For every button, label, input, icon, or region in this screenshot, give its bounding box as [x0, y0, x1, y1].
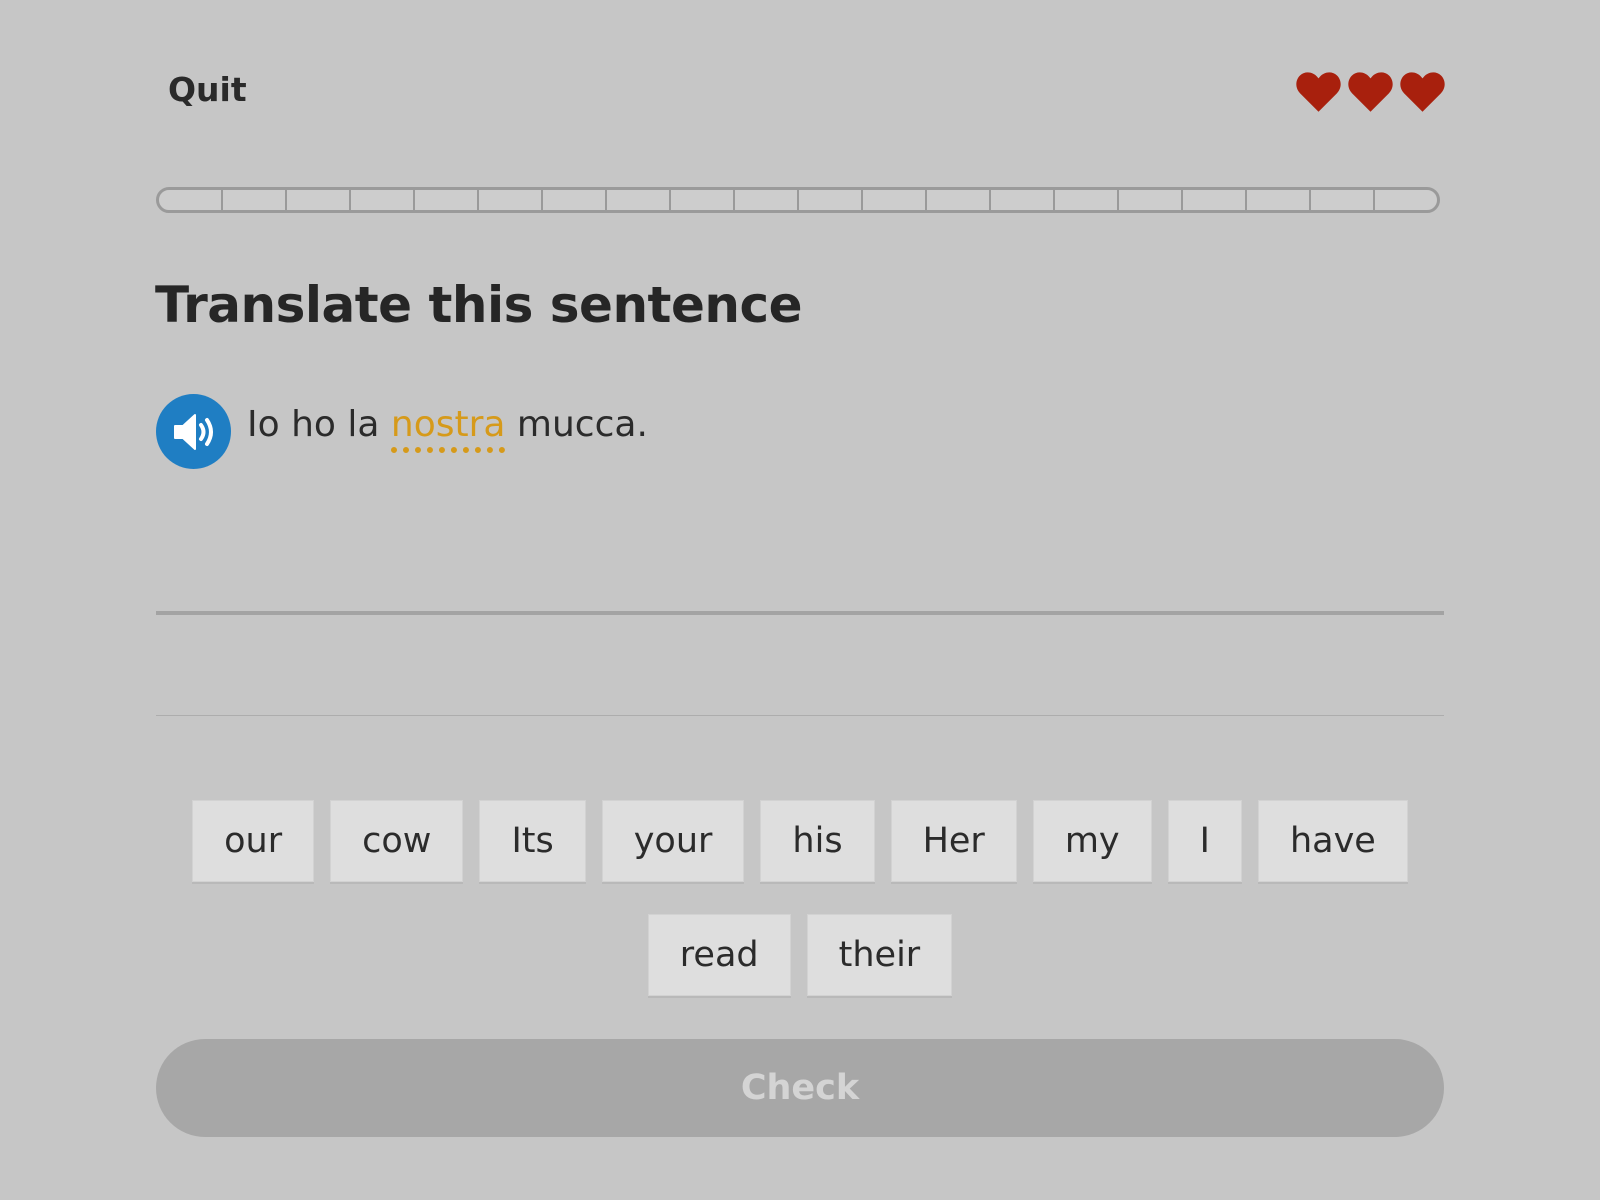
word-tile[interactable]: their	[806, 914, 953, 996]
lesson-progress-bar	[156, 187, 1440, 213]
word-tile[interactable]: read	[647, 914, 791, 996]
hint-word[interactable]: nostra	[390, 404, 506, 453]
sentence-text: Io ho la	[247, 404, 380, 445]
check-button[interactable]: Check	[156, 1039, 1444, 1137]
heart-icon	[1296, 72, 1341, 112]
source-sentence: Io ho la nostra mucca.	[247, 404, 648, 453]
word-tile[interactable]: my	[1032, 800, 1152, 882]
word-bank: our cow Its your his Her my I have read …	[180, 800, 1420, 996]
word-tile[interactable]: Her	[890, 800, 1017, 882]
answer-line	[156, 611, 1444, 615]
word-tile[interactable]: Its	[479, 800, 586, 882]
quit-button[interactable]: Quit	[168, 70, 247, 109]
lives	[1296, 72, 1445, 112]
heart-icon	[1348, 72, 1393, 112]
word-tile[interactable]: have	[1257, 800, 1408, 882]
word-tile[interactable]: I	[1167, 800, 1242, 882]
play-audio-button[interactable]	[156, 394, 231, 469]
progress-ticks	[159, 190, 1437, 210]
word-tile[interactable]: our	[192, 800, 315, 882]
page-title: Translate this sentence	[155, 276, 803, 334]
speaker-icon	[173, 413, 213, 450]
word-tile[interactable]: cow	[330, 800, 464, 882]
heart-icon	[1400, 72, 1445, 112]
answer-line	[156, 715, 1444, 716]
word-tile[interactable]: your	[601, 800, 745, 882]
word-tile[interactable]: his	[760, 800, 875, 882]
sentence-text: mucca.	[516, 404, 648, 445]
